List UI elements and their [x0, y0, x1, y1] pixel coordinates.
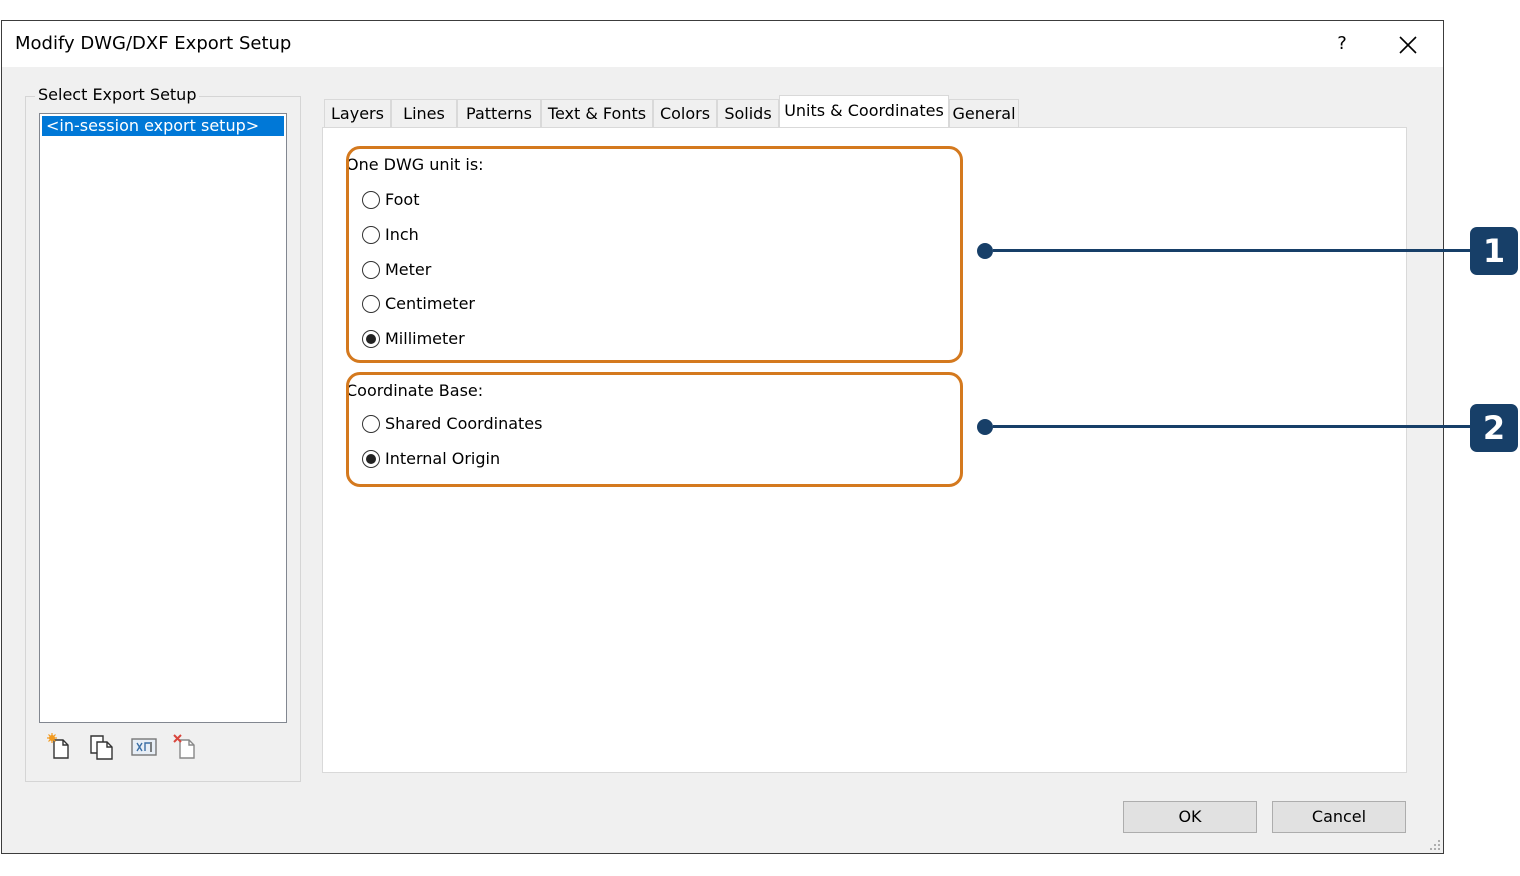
duplicate-setup-button[interactable]	[88, 733, 118, 763]
delete-setup-button[interactable]	[172, 733, 202, 763]
tab-colors[interactable]: Colors	[653, 99, 717, 127]
rename-setup-icon	[131, 738, 157, 756]
callout-badge-1: 1	[1470, 227, 1518, 275]
tab-text-fonts[interactable]: Text & Fonts	[541, 99, 653, 127]
export-setup-list[interactable]: <in-session export setup>	[39, 113, 287, 723]
tab-solids[interactable]: Solids	[717, 99, 779, 127]
rename-setup-button[interactable]	[130, 733, 160, 763]
tab-layers[interactable]: Layers	[324, 99, 391, 127]
tab-units-coordinates[interactable]: Units & Coordinates	[779, 95, 949, 127]
ok-button[interactable]: OK	[1123, 801, 1257, 833]
callout-line-2	[993, 425, 1471, 428]
tab-lines[interactable]: Lines	[391, 99, 457, 127]
duplicate-setup-icon	[90, 735, 113, 760]
help-button[interactable]: ?	[1324, 25, 1360, 63]
new-setup-button[interactable]	[46, 733, 76, 763]
callout-badge-2: 2	[1470, 404, 1518, 452]
coordinates-highlight-box	[346, 372, 963, 487]
callout-line-1	[993, 249, 1471, 252]
tab-general[interactable]: General	[949, 99, 1019, 127]
dialog-title: Modify DWG/DXF Export Setup	[15, 33, 292, 54]
export-setup-dialog: Modify DWG/DXF Export Setup ? Select Exp…	[1, 20, 1444, 854]
units-highlight-box	[346, 146, 963, 363]
delete-setup-icon	[173, 734, 195, 759]
setup-list-item[interactable]: <in-session export setup>	[42, 116, 284, 136]
export-setup-group-label: Select Export Setup	[35, 85, 200, 104]
tab-patterns[interactable]: Patterns	[457, 99, 541, 127]
resize-grip-icon[interactable]	[1429, 839, 1441, 851]
new-setup-icon	[47, 733, 69, 759]
title-bar: Modify DWG/DXF Export Setup ?	[2, 21, 1443, 67]
callout-dot-1	[977, 243, 993, 259]
close-icon	[1399, 35, 1417, 54]
close-button[interactable]	[1388, 25, 1428, 63]
callout-dot-2	[977, 419, 993, 435]
cancel-button[interactable]: Cancel	[1272, 801, 1406, 833]
